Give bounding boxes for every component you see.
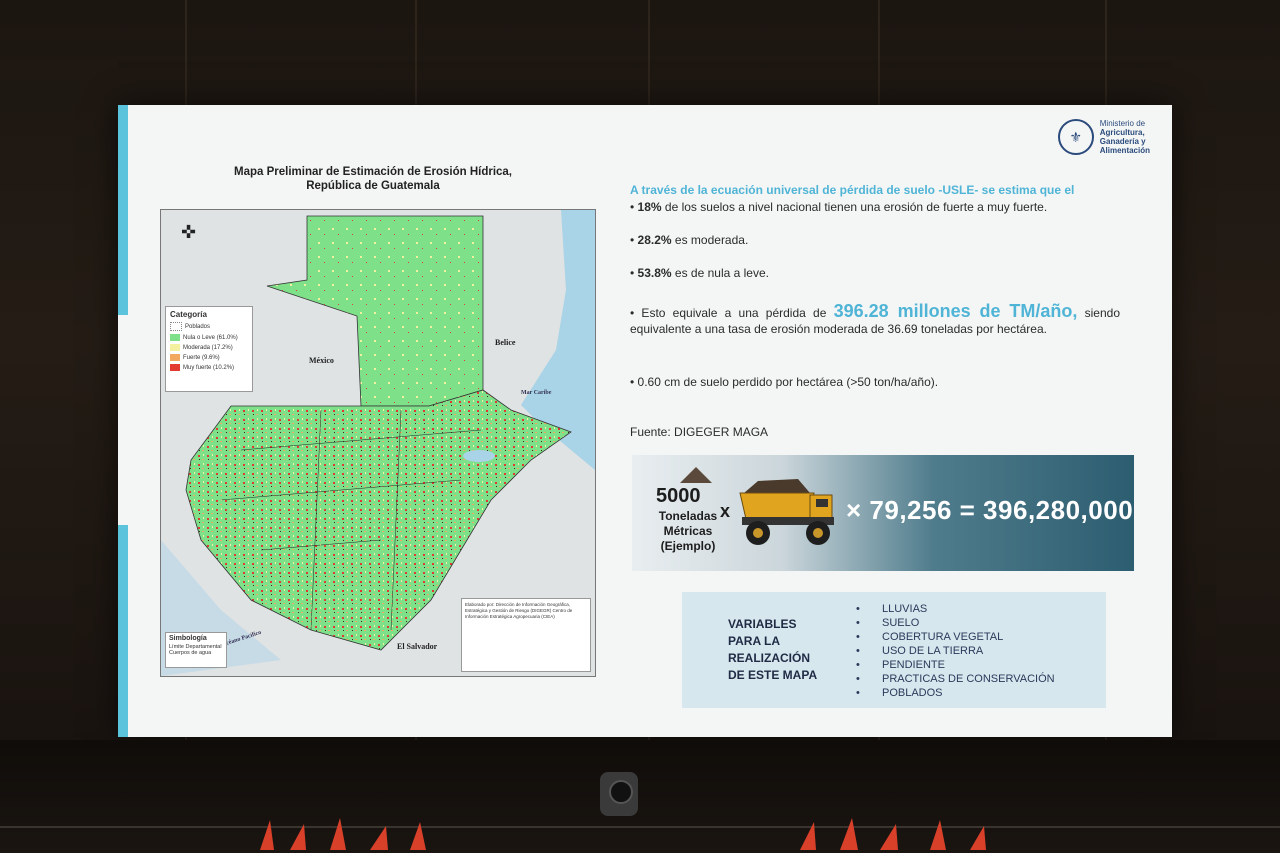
map-symbology: Simbología Límite Departamental Cuerpos … xyxy=(165,632,227,668)
ministry-line: Ministerio de xyxy=(1099,119,1146,128)
place-el-salvador: El Salvador xyxy=(397,642,438,651)
accent-bar xyxy=(118,525,128,737)
bullet-cm: • 0.60 cm de suelo perdido por hectárea … xyxy=(630,375,939,389)
legend-swatch xyxy=(170,364,180,371)
accent-bar xyxy=(118,105,128,315)
list-item: LLUVIAS xyxy=(856,602,1055,616)
north-arrow-icon: ✜ xyxy=(181,222,197,242)
legend-label: Muy fuerte (10.2%) xyxy=(183,364,235,371)
camera-icon xyxy=(600,772,638,816)
place-mexico: México xyxy=(309,356,334,365)
tons-number: 5000 xyxy=(656,485,701,507)
variables-title: VARIABLES PARA LA REALIZACIÓN DE ESTE MA… xyxy=(728,617,818,682)
ministry-logo: ⚜ Ministerio de Agricultura, Ganadería y… xyxy=(1057,119,1150,155)
legend-swatch xyxy=(170,334,180,341)
presentation-screen: ⚜ Ministerio de Agricultura, Ganadería y… xyxy=(118,105,1172,737)
legend-swatch xyxy=(170,322,182,331)
equation-text: × 79,256 = 396,280,000 xyxy=(846,495,1134,525)
symbology-title: Simbología xyxy=(169,635,207,642)
legend-label: Nula o Leve (61.0%) xyxy=(183,334,238,341)
stage-floor xyxy=(0,740,1280,853)
place-mar-caribe: Mar Caribe xyxy=(521,390,552,396)
list-item: POBLADOS xyxy=(856,686,1055,700)
ministry-line: Agricultura, xyxy=(1099,128,1145,137)
loss-value: 396.28 millones de TM/año, xyxy=(833,301,1078,321)
symbology-item: Cuerpos de agua xyxy=(169,650,212,656)
soil-pile-icon xyxy=(680,467,712,483)
legend-swatch xyxy=(170,354,180,361)
bullet-28: • 28.2% es moderada. xyxy=(630,233,749,247)
list-item: USO DE LA TIERRA xyxy=(856,644,1055,658)
floor-line xyxy=(0,826,1280,828)
bullet-loss: • Esto equivale a una pérdida de 396.28 … xyxy=(630,301,1121,336)
map-credits: Elaborado por: Dirección de Información … xyxy=(461,598,591,672)
legend-label: Poblados xyxy=(185,323,211,330)
truck-banner: 5000 Toneladas Métricas (Ejemplo) x × 79… xyxy=(632,455,1134,571)
variables-list: LLUVIAS SUELO COBERTURA VEGETAL USO DE L… xyxy=(856,602,1055,700)
ministry-line: Alimentación xyxy=(1099,146,1150,155)
legend-swatch xyxy=(170,344,180,351)
variables-box: VARIABLES PARA LA REALIZACIÓN DE ESTE MA… xyxy=(682,592,1106,708)
place-belice: Belice xyxy=(495,338,516,347)
content-text: A través de la ecuación universal de pér… xyxy=(630,183,1120,439)
dump-truck-icon xyxy=(739,479,834,545)
tons-label: Toneladas Métricas (Ejemplo) xyxy=(658,509,718,553)
flowers-decor xyxy=(260,818,426,850)
map-title: Mapa Preliminar de Estimación de Erosión… xyxy=(234,166,512,192)
map-legend: Categoría Poblados Nula o Leve (61.0%) M… xyxy=(165,306,253,392)
legend-title: Categoría xyxy=(170,310,207,319)
legend-label: Fuerte (9.6%) xyxy=(183,354,220,361)
ministry-line: Ganadería y xyxy=(1099,137,1146,146)
list-item: COBERTURA VEGETAL xyxy=(856,630,1055,644)
legend-label: Moderada (17.2%) xyxy=(183,344,233,351)
intro-text: A través de la ecuación universal de pér… xyxy=(630,183,1075,197)
list-item: PRACTICAS DE CONSERVACIÓN xyxy=(856,672,1055,686)
erosion-map: ✜ México Belice El Salvador Mar Caribe O… xyxy=(160,209,596,677)
bullet-53: • 53.8% es de nula a leve. xyxy=(630,266,769,280)
list-item: PENDIENTE xyxy=(856,658,1055,672)
flowers-decor xyxy=(800,818,986,850)
multiply-sign: x xyxy=(720,501,731,521)
seal-icon: ⚜ xyxy=(1057,119,1094,155)
list-item: SUELO xyxy=(856,616,1055,630)
source-text: Fuente: DIGEGER MAGA xyxy=(630,425,769,439)
bullet-18: • 18% de los suelos a nivel nacional tie… xyxy=(630,200,1048,214)
